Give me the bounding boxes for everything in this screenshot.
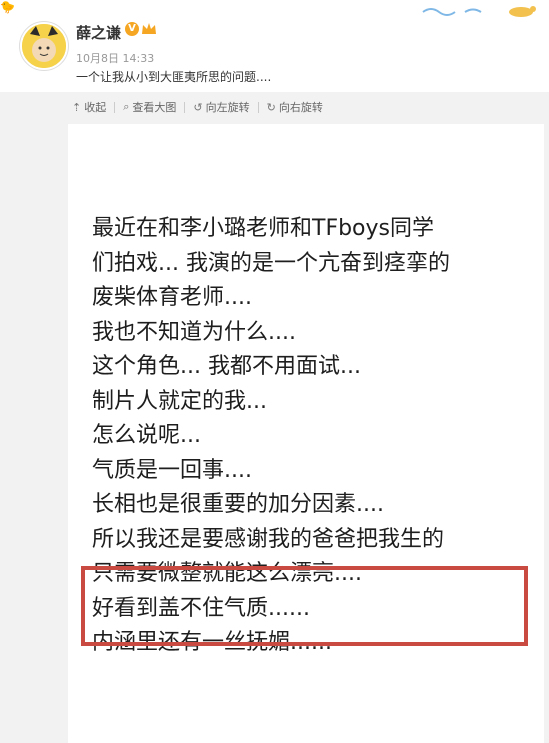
image-text-line: 最近在和李小璐老师和TFboys同学 xyxy=(92,216,434,241)
image-text-line: 怎么说呢... xyxy=(92,423,201,448)
toolbar-divider xyxy=(257,101,259,113)
image-text-line: 我也不知道为什么.... xyxy=(92,319,296,345)
up-arrow-icon: ⇡ xyxy=(72,100,82,114)
image-text-line: 制片人就定的我... xyxy=(92,388,267,414)
image-text-line: 所以我还是要感谢我的爸爸把我生的 xyxy=(92,526,445,552)
collapse-label: 收起 xyxy=(84,101,107,114)
username[interactable]: 薛之谦 xyxy=(76,22,121,43)
rotate-left-icon: ↺ xyxy=(193,100,203,114)
image-text-line: 长相也是很重要的加分因素.... xyxy=(92,492,384,517)
rotate-right-icon: ↻ xyxy=(266,100,276,114)
view-large-label: 查看大图 xyxy=(132,101,177,114)
image-text-line: 们拍戏... 我演的是一个亢奋到痉挛的 xyxy=(92,250,450,276)
decoration-icon xyxy=(422,6,536,17)
post-text: 一个让我从小到大匪夷所思的问题.... xyxy=(76,70,272,84)
post-timestamp[interactable]: 10月8日 14:33 xyxy=(76,50,154,66)
rotate-left-button[interactable]: ↺ 向左旋转 xyxy=(189,99,253,115)
image-toolbar: ⇡ 收起 ⌕ 查看大图 ↺ 向左旋转 ↻ 向右旋转 xyxy=(68,94,327,120)
magnifier-icon: ⌕ xyxy=(123,100,130,113)
avatar[interactable] xyxy=(20,22,68,70)
image-text-line: 废柴体育老师.... xyxy=(92,285,252,310)
image-text-line: 气质是一回事.... xyxy=(92,457,252,483)
crown-icon xyxy=(142,23,156,34)
rotate-left-label: 向左旋转 xyxy=(205,101,250,114)
view-large-button[interactable]: ⌕ 查看大图 xyxy=(119,99,180,115)
toolbar-divider xyxy=(184,101,186,113)
corner-decoration: 🐤 xyxy=(0,0,15,14)
toolbar-divider xyxy=(114,101,116,113)
post-image[interactable]: 最近在和李小璐老师和TFboys同学 们拍戏... 我演的是一个亢奋到痉挛的 废… xyxy=(68,124,544,743)
image-text-line: 这个角色... 我都不用面试... xyxy=(92,354,361,379)
collapse-button[interactable]: ⇡ 收起 xyxy=(68,99,110,115)
rotate-right-button[interactable]: ↻ 向右旋转 xyxy=(263,99,327,115)
rotate-right-label: 向右旋转 xyxy=(278,101,323,114)
post-header: 🐤 薛之谦 V 10月8日 14:33 一个让我从小到大匪夷所思的问题.... xyxy=(0,0,549,92)
verified-badge-icon: V xyxy=(125,22,139,36)
highlight-box xyxy=(81,566,528,646)
